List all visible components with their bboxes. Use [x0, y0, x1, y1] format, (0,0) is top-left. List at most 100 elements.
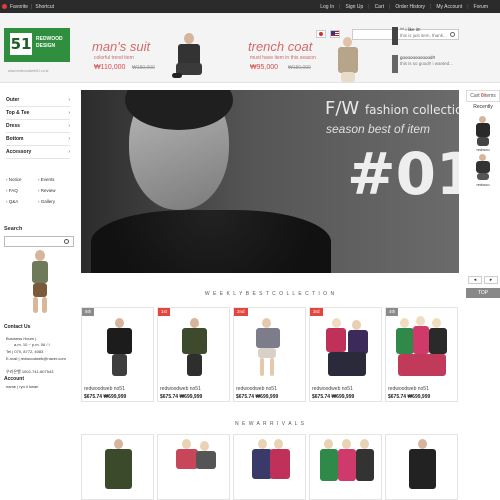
product-price: $675.74 ₩699,999 [388, 394, 431, 400]
hero-banner[interactable]: F/W fashion collection season best of it… [81, 90, 459, 273]
comment-text: this is so good!! i wanted... [400, 61, 454, 66]
logo-line-1: REDWOOD [36, 36, 63, 42]
contact-line: a.m. 10 ~ p.m. 06 / l [14, 342, 50, 347]
cart-link[interactable]: Cart [375, 4, 384, 10]
hero-headline: F/W fashion collection [325, 98, 459, 119]
arrival-card[interactable] [233, 434, 306, 500]
signup-link[interactable]: Sign Up [345, 4, 363, 10]
scroll-top-button[interactable]: TOP [466, 288, 500, 298]
login-link[interactable]: Log In [320, 4, 334, 10]
top-bar: Favorite | Shortcut Log In | Sign Up | Car… [0, 0, 500, 13]
product-card[interactable]: 4th redwoodweb no51 $675.74 ₩699,999 [385, 307, 458, 402]
contact-line: E-mail | redwoodweb@naver.com [6, 356, 66, 361]
category-label: Bottom [6, 136, 24, 142]
product-image[interactable] [386, 308, 457, 378]
recent-item-label[interactable]: redwoo [466, 182, 500, 187]
contact-heading: Contact Us [4, 324, 31, 330]
arrival-card[interactable] [309, 434, 382, 500]
korean-flag-icon[interactable] [316, 30, 326, 38]
recent-item-thumbnail[interactable] [474, 154, 492, 180]
banner-model-image [336, 37, 360, 83]
rail-next-button[interactable]: ▸ [484, 276, 498, 284]
weekly-best-title: W E E K L Y B E S T C O L L E C T I O N [204, 291, 336, 297]
chevron-right-icon: › [68, 97, 70, 103]
review-link[interactable]: › Review [38, 188, 56, 193]
category-label: Outer [6, 97, 20, 103]
arrival-card[interactable] [81, 434, 154, 500]
product-name[interactable]: redwoodweb no51 [84, 386, 125, 392]
divider: | [467, 3, 469, 10]
product-name[interactable]: redwoodweb no51 [312, 386, 353, 392]
recent-item-thumbnail[interactable] [474, 116, 492, 146]
logo-url: www.redwoodweb51.co.kr [8, 69, 49, 73]
rail-prev-button[interactable]: ◂ [468, 276, 482, 284]
comment-title: goooooooooood!! [400, 55, 436, 60]
divider: | [389, 3, 391, 10]
search-icon[interactable] [64, 239, 69, 244]
banner-mens-suit[interactable]: man's suit colorful trend item ₩110,000 … [92, 23, 222, 83]
sidebar-search-input[interactable] [4, 236, 74, 247]
category-label: Top & Tee [6, 110, 30, 116]
product-image[interactable] [82, 308, 153, 378]
my-account-link[interactable]: My Account [436, 4, 462, 10]
product-card[interactable]: 1st redwoodweb no51 $675.74 ₩699,999 [157, 307, 230, 402]
contact-line: Business Hours | [6, 336, 37, 341]
category-dress[interactable]: Dress › [6, 121, 70, 133]
product-card[interactable]: 5th redwoodweb no51 $675.74 ₩699,999 [81, 307, 154, 402]
account-heading: Account [4, 376, 24, 382]
us-flag-icon[interactable] [330, 30, 340, 38]
forum-link[interactable]: Forum [474, 4, 488, 10]
sidebar-model-image [28, 250, 52, 320]
rail-cart-tab[interactable]: Cart 0items [466, 90, 500, 102]
sidebar-search-label: Search [4, 226, 23, 232]
events-link[interactable]: › Events [38, 177, 55, 182]
divider: | [368, 3, 370, 10]
product-image[interactable] [234, 308, 305, 378]
banner-price: ₩95,000 [250, 64, 279, 71]
product-image[interactable] [310, 308, 381, 378]
recent-comment[interactable]: ^^ i like it!! this is just item, thank.… [392, 27, 466, 47]
chevron-right-icon: › [68, 136, 70, 142]
gallery-link[interactable]: › Gallery [38, 199, 55, 204]
favorite-link[interactable]: Favorite [10, 4, 28, 10]
order-history-link[interactable]: Order History [395, 4, 425, 10]
faq-link[interactable]: › FAQ [6, 188, 18, 193]
product-price: $675.74 ₩699,999 [312, 394, 355, 400]
banner-title: man's suit [92, 39, 151, 54]
notice-link[interactable]: › Notice [6, 177, 22, 182]
hero-number: #01 [347, 140, 459, 208]
account-name: name | ryu il hwan [6, 384, 39, 389]
rank-badge: 3rd [310, 308, 323, 316]
shortcut-link[interactable]: Shortcut [35, 4, 54, 10]
rail-pager: ◂ ▸ [468, 276, 498, 284]
category-outer[interactable]: Outer › [6, 95, 70, 107]
banner-old-price: ₩180,000 [132, 65, 155, 71]
divider: | [430, 3, 432, 10]
logo-number: 51 [10, 33, 32, 55]
arrival-card[interactable] [157, 434, 230, 500]
product-image[interactable] [158, 308, 229, 378]
comment-thumbnail [392, 27, 398, 45]
hero-subheadline: season best of item [326, 122, 431, 136]
product-price: $675.74 ₩699,999 [84, 394, 127, 400]
product-name[interactable]: redwoodweb no51 [388, 386, 429, 392]
category-label: Dress [6, 123, 20, 129]
recent-item-label[interactable]: redwoo [466, 147, 500, 152]
product-name[interactable]: redwoodweb no51 [160, 386, 201, 392]
product-name[interactable]: redwoodweb no51 [236, 386, 277, 392]
category-accessory[interactable]: Accessory › [6, 147, 70, 159]
rank-badge: 4th [386, 308, 399, 316]
recently-viewed-label: Recently [473, 104, 493, 110]
hero-fur-collar [91, 210, 331, 273]
qna-link[interactable]: › Q&A [6, 199, 18, 204]
product-card[interactable]: 3rd redwoodweb no51 $675.74 ₩699,999 [309, 307, 382, 402]
bank-info: 우리은행 1002-741-807543 [6, 369, 54, 374]
category-top-tee[interactable]: Top & Tee › [6, 108, 70, 120]
arrival-card[interactable] [385, 434, 458, 500]
product-card[interactable]: 2nd redwoodweb no51 $675.74 ₩699,999 [233, 307, 306, 402]
recent-comment[interactable]: goooooooooood!! this is so good!! i want… [392, 55, 466, 75]
logo[interactable]: 51 REDWOOD DESIGN [4, 28, 70, 62]
banner-subtitle: must have item in this season [250, 55, 316, 61]
chevron-right-icon: › [68, 123, 70, 129]
category-bottom[interactable]: Bottom › [6, 134, 70, 146]
